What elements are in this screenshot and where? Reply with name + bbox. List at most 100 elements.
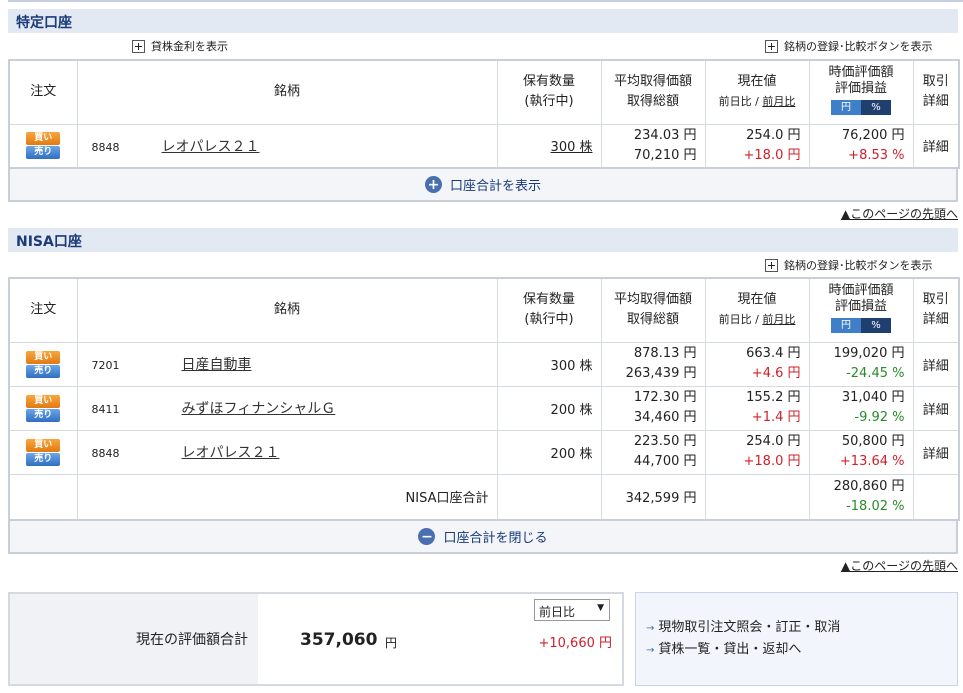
price-cell: 155.2 円 +1.4 円 — [704, 385, 810, 431]
arrow-icon: → — [646, 645, 655, 656]
yen-pct-toggle[interactable]: 円% — [831, 100, 891, 116]
col-price: 現在値 前日比 / 前月比 — [704, 59, 810, 125]
sell-button[interactable]: 売り — [26, 408, 61, 422]
page-top-link[interactable]: ▲このページの先頭へ — [841, 557, 958, 574]
show-account-total-label: 口座合計を表示 — [449, 179, 541, 194]
stock-cell: 7201 日産自動車 — [76, 341, 498, 387]
stock-code: 8411 — [91, 403, 120, 416]
table-row: 買い 売り 8411 みずほフィナンシャルＧ 200 株 172.30 円 34,46… — [8, 385, 960, 431]
table-row: 買い 売り 7201 日産自動車 300 株 878.13 円 263,439 円 6… — [8, 341, 960, 387]
order-inquiry-link[interactable]: → 現物取引注文照会・訂正・取消 — [646, 617, 957, 639]
qty-link[interactable]: 300 株 — [551, 140, 593, 155]
sell-button[interactable]: 売り — [26, 146, 61, 160]
table-header-row: 注文 銘柄 保有数量 (執行中) 平均取得価額 取得総額 現在値 前日比 / 前月比 … — [8, 59, 960, 125]
col-order: 注文 — [8, 59, 78, 125]
close-account-total-button[interactable]: − 口座合計を閉じる — [8, 521, 958, 554]
col-name: 銘柄 — [76, 59, 498, 125]
summary-change: +10,660 円 — [538, 636, 612, 651]
buy-button[interactable]: 買い — [26, 132, 61, 146]
col-detail: 取引 詳細 — [912, 59, 960, 125]
order-cell: 買い 売り — [8, 341, 78, 387]
col-qty: 保有数量 (執行中) — [496, 277, 602, 343]
total-valuation: 280,860 円 -18.02 % — [808, 473, 914, 521]
detail-link[interactable]: 詳細 — [912, 385, 960, 431]
price-cell: 663.4 円 +4.6 円 — [704, 341, 810, 387]
stock-name-link[interactable]: レオパレス２１ — [162, 139, 260, 155]
qty-cell: 200 株 — [496, 385, 602, 431]
col-order: 注文 — [8, 277, 78, 343]
stock-code: 8848 — [91, 140, 120, 154]
col-qty: 保有数量 (執行中) — [496, 59, 602, 125]
show-compare-button-link[interactable]: 銘柄の登録･比較ボタンを表示 — [765, 257, 933, 273]
stock-name-link[interactable]: 日産自動車 — [182, 357, 252, 373]
col-price: 現在値 前日比 / 前月比 — [704, 277, 810, 343]
buy-button[interactable]: 買い — [26, 350, 61, 364]
table-header-row: 注文 銘柄 保有数量 (執行中) 平均取得価額 取得総額 現在値 前日比 / 前月比 … — [8, 277, 960, 343]
order-cell: 買い 売り — [8, 123, 78, 169]
plus-icon — [765, 39, 778, 53]
stock-cell: 8848 レオパレス２１ — [76, 123, 498, 169]
close-account-total-label: 口座合計を閉じる — [443, 531, 548, 546]
valuation-cell: 76,200 円 +8.53 % — [808, 123, 914, 169]
stock-name-link[interactable]: レオパレス２１ — [182, 445, 280, 461]
qty-cell: 300 株 — [496, 341, 602, 387]
arrow-icon: → — [646, 623, 655, 634]
yen-toggle[interactable]: 円 — [831, 318, 861, 334]
top-border — [8, 0, 963, 2]
detail-link[interactable]: 詳細 — [912, 123, 960, 169]
show-lend-rate-link[interactable]: 貸株金利を表示 — [132, 38, 228, 54]
minus-circle-icon: − — [418, 528, 436, 545]
nisa-holdings-table: 注文 銘柄 保有数量 (執行中) 平均取得価額 取得総額 現在値 前日比 / 前月比 … — [8, 277, 960, 521]
month-change-link[interactable]: 前月比 — [762, 95, 795, 108]
tokutei-holdings-table: 注文 銘柄 保有数量 (執行中) 平均取得価額 取得総額 現在値 前日比 / 前月比 … — [8, 59, 960, 169]
change-period-select[interactable]: 前日比 ▼ — [534, 599, 610, 621]
valuation-cell: 199,020 円 -24.45 % — [808, 341, 914, 387]
detail-link[interactable]: 詳細 — [912, 429, 960, 475]
page-top-link[interactable]: ▲このページの先頭へ — [841, 205, 958, 222]
buy-button[interactable]: 買い — [26, 394, 61, 408]
stock-cell: 8848 レオパレス２１ — [76, 429, 498, 475]
valuation-cell: 31,040 円 -9.92 % — [808, 385, 914, 431]
price-cell: 254.0 円 +18.0 円 — [704, 123, 810, 169]
table-row: 買い 売り 8848 レオパレス２１ 300 株 234.03 円 70,210 円 … — [8, 123, 960, 169]
col-name: 銘柄 — [76, 277, 498, 343]
show-account-total-button[interactable]: + 口座合計を表示 — [8, 169, 958, 202]
qty-cell: 300 株 — [496, 123, 602, 169]
table-row: 買い 売り 8848 レオパレス２１ 200 株 223.50 円 44,700 円 … — [8, 429, 960, 475]
pct-toggle[interactable]: % — [861, 318, 891, 334]
lending-list-link[interactable]: → 貸株一覧・貸出・返却へ — [646, 639, 957, 661]
buy-button[interactable]: 買い — [26, 438, 61, 452]
yen-toggle[interactable]: 円 — [831, 100, 861, 116]
col-avg: 平均取得価額 取得総額 — [600, 277, 706, 343]
section-title-tokutei: 特定口座 — [8, 9, 958, 33]
sell-button[interactable]: 売り — [26, 364, 61, 378]
col-avg: 平均取得価額 取得総額 — [600, 59, 706, 125]
summary-value: 357,060 — [300, 630, 378, 650]
stock-code: 7201 — [91, 359, 120, 372]
show-compare-label: 銘柄の登録･比較ボタンを表示 — [784, 259, 933, 272]
pct-toggle[interactable]: % — [861, 100, 891, 116]
avg-cell: 172.30 円 34,460 円 — [600, 385, 706, 431]
yen-pct-toggle[interactable]: 円% — [831, 318, 891, 334]
total-label: NISA口座合計 — [76, 473, 498, 521]
valuation-summary: 現在の評価額合計 357,060 円 前日比 ▼ +10,660 円 — [8, 592, 624, 686]
summary-label: 現在の評価額合計 — [10, 594, 258, 684]
show-compare-label: 銘柄の登録･比較ボタンを表示 — [784, 40, 933, 53]
month-change-link[interactable]: 前月比 — [762, 313, 795, 326]
valuation-cell: 50,800 円 +13.64 % — [808, 429, 914, 475]
stock-name-link[interactable]: みずほフィナンシャルＧ — [182, 401, 336, 417]
show-lend-rate-label: 貸株金利を表示 — [151, 40, 228, 53]
avg-cell: 234.03 円 70,210 円 — [600, 123, 706, 169]
price-cell: 254.0 円 +18.0 円 — [704, 429, 810, 475]
sell-button[interactable]: 売り — [26, 452, 61, 466]
quick-links: → 現物取引注文照会・訂正・取消 → 貸株一覧・貸出・返却へ — [635, 592, 958, 686]
show-compare-button-link[interactable]: 銘柄の登録･比較ボタンを表示 — [765, 38, 933, 54]
order-cell: 買い 売り — [8, 385, 78, 431]
order-cell: 買い 売り — [8, 429, 78, 475]
avg-cell: 878.13 円 263,439 円 — [600, 341, 706, 387]
chevron-down-icon: ▼ — [597, 603, 604, 613]
plus-circle-icon: + — [424, 176, 442, 193]
section-title-nisa: NISA口座 — [8, 228, 958, 252]
total-row: NISA口座合計 342,599 円 280,860 円 -18.02 % — [8, 473, 960, 521]
detail-link[interactable]: 詳細 — [912, 341, 960, 387]
